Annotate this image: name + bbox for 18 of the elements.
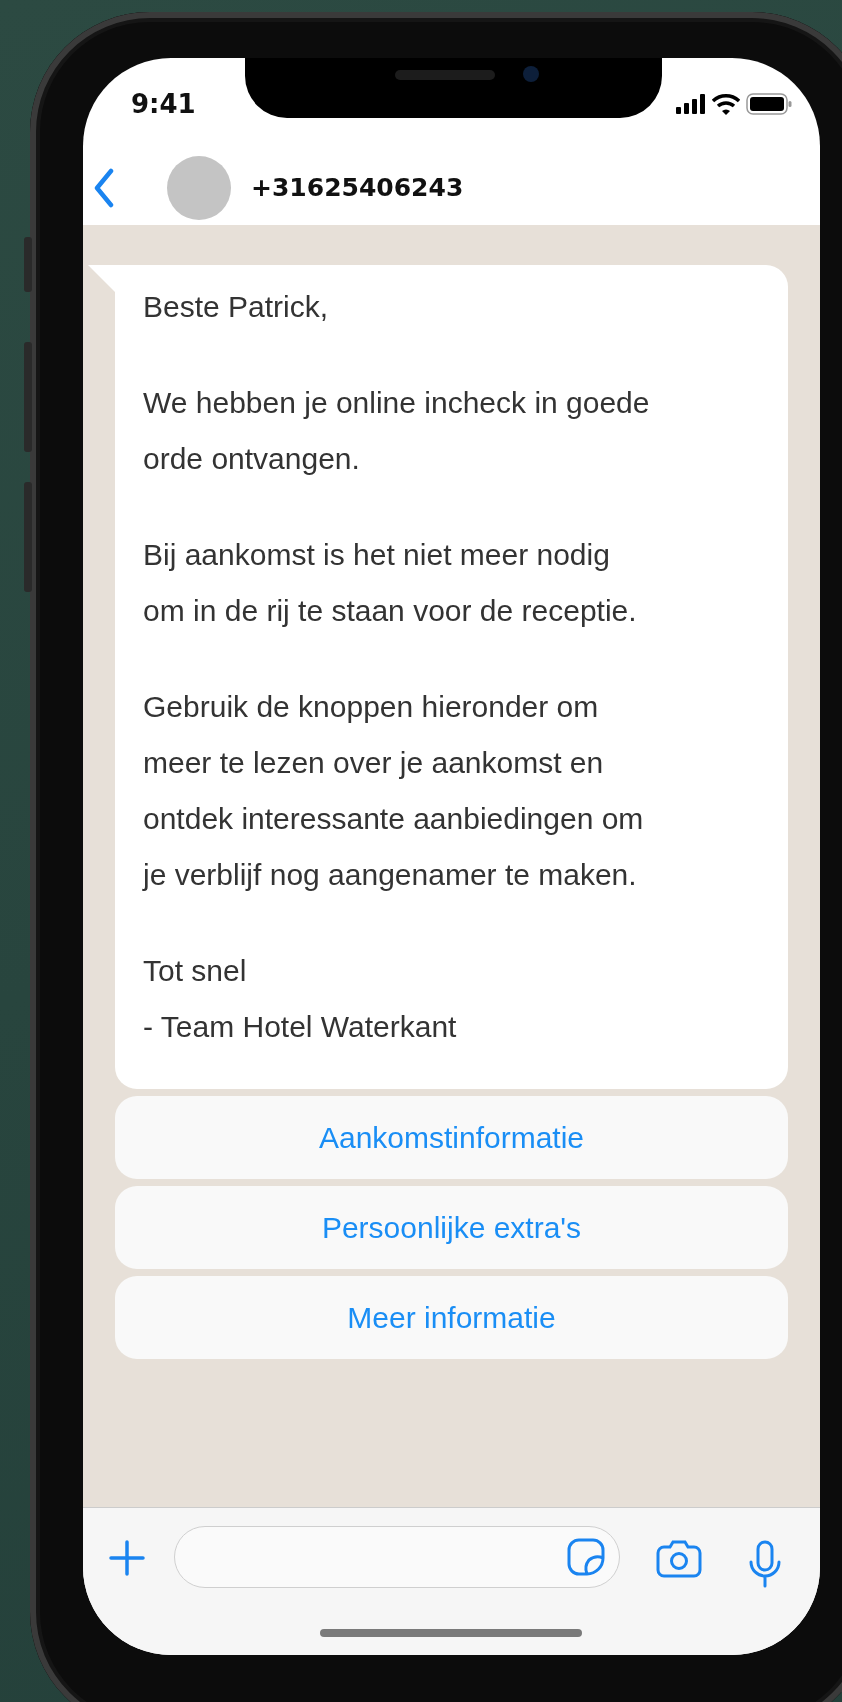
quick-reply-button[interactable]: Aankomstinformatie	[115, 1096, 788, 1179]
signal-icon	[676, 94, 706, 114]
back-chevron-icon[interactable]	[93, 167, 115, 208]
message-paragraph: Bij aankomst is het niet meer nodig om in de rij te staan voor de receptie.	[143, 537, 638, 629]
message-paragraph: We hebben je online incheck in goede orde ontvangen.	[143, 385, 651, 477]
quick-reply-button[interactable]: Persoonlijke extra's	[115, 1186, 788, 1269]
camera-icon[interactable]	[656, 1540, 702, 1578]
message-paragraph: Tot snel - Team Hotel Waterkant	[143, 953, 458, 1045]
status-time: 9:41	[131, 89, 196, 119]
contact-number: +31625406243	[251, 173, 464, 202]
microphone-icon[interactable]	[748, 1540, 782, 1588]
battery-icon	[746, 93, 792, 115]
message-paragraph: Gebruik de knoppen hieronder om meer te lezen over je aankomst en ontdek interessante aanbiedingen om je verblijf nog aangenamer te maken.	[143, 689, 645, 893]
wifi-icon	[712, 93, 740, 115]
message-paragraph: Beste Patrick,	[143, 289, 330, 325]
sticker-icon[interactable]	[567, 1538, 605, 1576]
plus-icon[interactable]	[109, 1540, 145, 1576]
quick-reply-button[interactable]: Meer informatie	[115, 1276, 788, 1359]
